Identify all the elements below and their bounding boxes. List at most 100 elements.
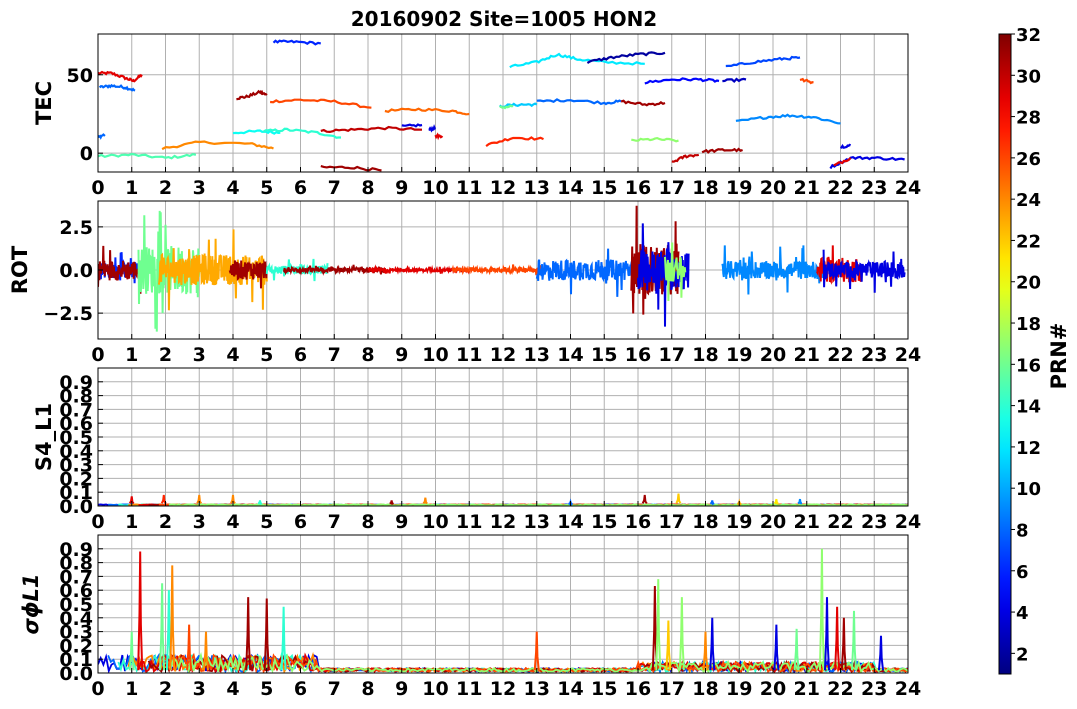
panel-tec: 0 1 2 3 4 5 6 7 8 9 10 11 12 13 14 15 16 17 18 19 20 21 22 23 24… (32, 33, 921, 199)
series-prn-8 (535, 248, 639, 297)
grid (97, 34, 909, 172)
colorbar-tick-label: 10 (1016, 479, 1041, 500)
x-tick-label: 14 (557, 678, 583, 700)
colorbar-tick-label: 24 (1016, 190, 1041, 211)
x-tick-label: 0 (91, 511, 104, 533)
spike-prn-16 (850, 610, 858, 671)
x-tick-label: 20 (760, 678, 786, 700)
series-prn-3 (722, 77, 747, 84)
series-prn-16 (499, 104, 514, 110)
x-tick-label: 12 (490, 678, 516, 700)
series-prn-29 (434, 132, 444, 141)
series-prn-15 (98, 152, 197, 160)
x-tick-label: 19 (726, 511, 752, 533)
x-tick-label: 6 (294, 177, 307, 199)
x-tick-label: 18 (692, 344, 718, 366)
spike-prn-21 (773, 498, 779, 505)
x-tick-label: 9 (395, 511, 408, 533)
grid (97, 368, 909, 507)
y-tick-label: −2.5 (43, 303, 93, 325)
spike-prn-24 (169, 565, 176, 671)
x-tick-label: 7 (328, 177, 341, 199)
spike-prn-31 (641, 494, 648, 504)
x-tick-label: 1 (125, 344, 138, 366)
colorbar-tick-label: 18 (1016, 314, 1041, 335)
x-tick-label: 11 (456, 344, 482, 366)
x-tick-label: 16 (625, 344, 651, 366)
x-tick-label: 20 (760, 511, 786, 533)
colorbar-tick-label: 8 (1016, 520, 1029, 541)
x-tick-label: 14 (557, 344, 583, 366)
x-tick-label: 5 (260, 678, 273, 700)
y-tick-label: 0.9 (59, 372, 93, 394)
colorbar-tick-label: 14 (1016, 397, 1041, 418)
series-prn-6 (272, 39, 322, 46)
x-tick-label: 10 (422, 177, 448, 199)
y-tick-label: 2.5 (59, 217, 93, 239)
panel-sigma-phi-l1: 0 1 2 3 4 5 6 7 8 9 10 11 12 13 14 15 16 17 18 19 20 21 22 23 24… (19, 534, 921, 700)
x-tick-label: 12 (490, 511, 516, 533)
x-tick-label: 14 (557, 511, 583, 533)
colorbar-tick-label: 32 (1016, 25, 1041, 46)
spike-prn-29 (137, 551, 144, 671)
y-tick-label: 0 (80, 143, 93, 165)
series-prn-27 (485, 136, 544, 147)
x-tick-label: 3 (193, 678, 206, 700)
spike-prn-9 (797, 498, 803, 505)
grid (97, 535, 909, 674)
series-prn-8 (98, 83, 136, 92)
x-tick-label: 2 (159, 511, 172, 533)
x-tick-label: 19 (726, 177, 752, 199)
series-prn-31 (320, 165, 382, 172)
x-tick-label: 8 (361, 344, 374, 366)
x-tick-label: 3 (193, 344, 206, 366)
x-tick-label: 7 (328, 344, 341, 366)
x-tick-label: 5 (260, 344, 273, 366)
x-tick-label: 13 (524, 678, 550, 700)
x-tick-label: 22 (827, 511, 853, 533)
x-tick-label: 9 (395, 678, 408, 700)
colorbar-tick-label: 4 (1016, 603, 1029, 624)
x-tick-label: 17 (659, 177, 685, 199)
spike-prn-31 (389, 500, 395, 506)
x-tick-label: 20 (760, 344, 786, 366)
spike-prn-4 (877, 635, 885, 671)
x-tick-label: 13 (524, 511, 550, 533)
x-tick-label: 24 (895, 678, 921, 700)
panel-rot: 0 1 2 3 4 5 6 7 8 9 10 11 12 13 14 15 16 17 18 19 20 21 22 23 24… (8, 200, 921, 366)
x-tick-label: 22 (827, 344, 853, 366)
spike-prn-17 (655, 579, 662, 671)
series-prn-7 (725, 55, 801, 68)
x-tick-label: 5 (260, 511, 273, 533)
colorbar-tick-label: 22 (1016, 231, 1041, 252)
x-tick-label: 11 (456, 678, 482, 700)
x-tick-label: 21 (794, 344, 820, 366)
x-tick-label: 12 (490, 177, 516, 199)
x-tick-label: 15 (591, 177, 617, 199)
colorbar-tick-label: 30 (1016, 66, 1041, 87)
x-tick-label: 1 (125, 511, 138, 533)
x-tick-label: 16 (625, 511, 651, 533)
series-prn-31 (701, 147, 743, 154)
series-prn-26 (451, 264, 545, 276)
series-prn-4 (428, 124, 437, 133)
y-axis-label: σϕL1 (19, 573, 43, 634)
x-tick-label: 4 (226, 177, 239, 199)
x-tick-label: 15 (591, 344, 617, 366)
x-tick-label: 22 (827, 177, 853, 199)
colorbar-label: PRN# (1047, 323, 1071, 390)
chart-title: 20160902 Site=1005 HON2 (351, 7, 657, 31)
series-prn-25 (384, 107, 470, 116)
spike-prn-4 (709, 617, 716, 671)
y-tick-label: 0.0 (59, 260, 93, 282)
series-prn-30 (320, 125, 423, 134)
x-tick-label: 16 (625, 678, 651, 700)
series-prn-31 (620, 99, 666, 107)
x-tick-label: 9 (395, 344, 408, 366)
x-tick-label: 7 (328, 511, 341, 533)
figure: 20160902 Site=1005 HON2 0 1 2 3 4 5 6 7 8 9 10 11 12… (8, 7, 1071, 700)
x-tick-label: 0 (91, 678, 104, 700)
series-prn-5 (644, 77, 720, 85)
x-tick-label: 6 (294, 678, 307, 700)
series-prn-4 (822, 249, 906, 293)
